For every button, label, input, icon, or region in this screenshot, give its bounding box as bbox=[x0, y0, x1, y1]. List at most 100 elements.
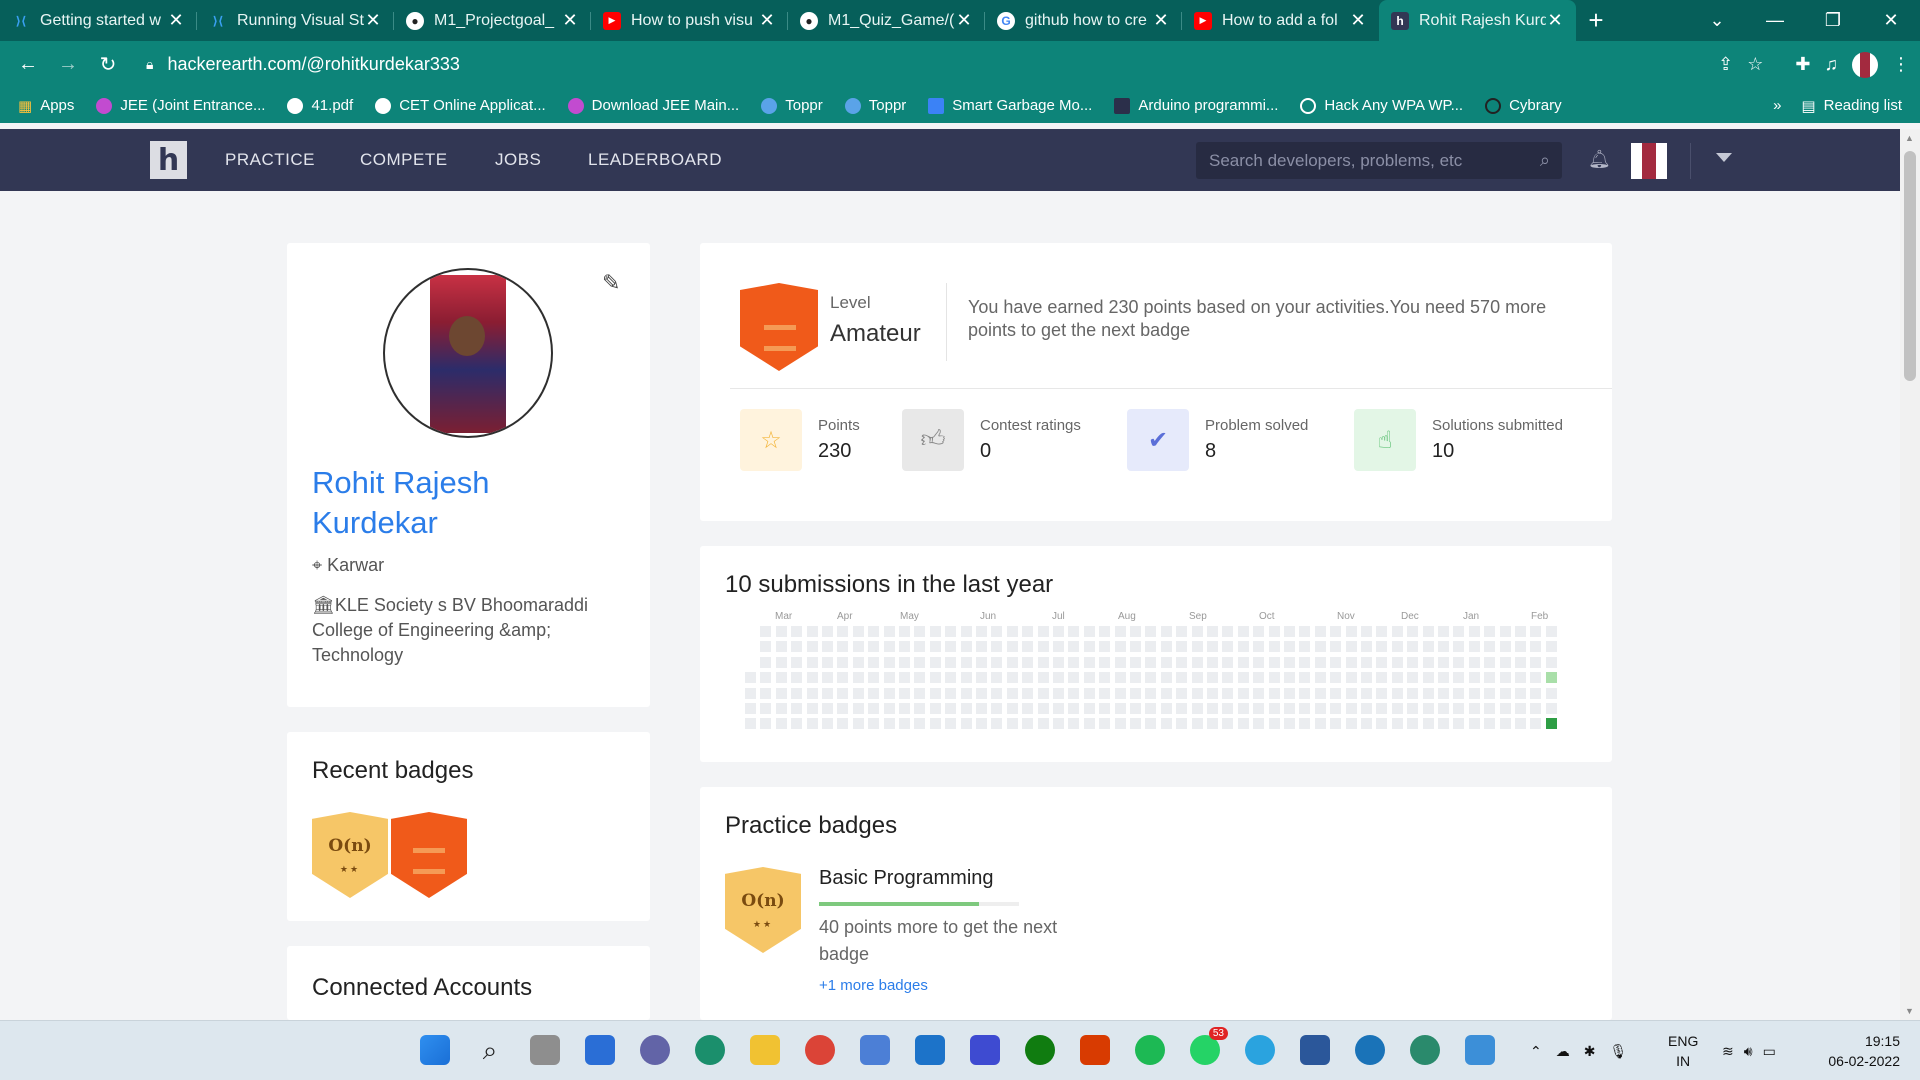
chevron-down-icon[interactable] bbox=[1716, 153, 1732, 162]
bookmark-item[interactable]: Download JEE Main... bbox=[567, 97, 739, 114]
heatmap-cell[interactable] bbox=[1391, 656, 1403, 668]
heatmap-cell[interactable] bbox=[1083, 687, 1095, 699]
heatmap-cell[interactable] bbox=[1191, 656, 1203, 668]
heatmap-cell[interactable] bbox=[1237, 656, 1249, 668]
heatmap-cell[interactable] bbox=[1391, 687, 1403, 699]
quick-settings[interactable]: ≋ 🔊︎ ▭ bbox=[1722, 1021, 1776, 1080]
heatmap-cell[interactable] bbox=[1376, 672, 1388, 684]
heatmap-cell[interactable] bbox=[1053, 672, 1064, 684]
bookmark-item[interactable]: Arduino programmi... bbox=[1114, 97, 1278, 114]
bell-icon[interactable]: 🔔︎ bbox=[1588, 149, 1611, 170]
heatmap-cell[interactable] bbox=[1037, 718, 1049, 730]
heatmap-cell[interactable] bbox=[1145, 656, 1157, 668]
heatmap-cell[interactable] bbox=[1499, 626, 1511, 637]
office-icon[interactable] bbox=[1080, 1035, 1110, 1065]
heatmap-cell[interactable] bbox=[1545, 656, 1557, 668]
heatmap-cell[interactable] bbox=[1068, 656, 1080, 668]
heatmap-cell[interactable] bbox=[1545, 641, 1557, 653]
heatmap-cell[interactable] bbox=[1438, 687, 1449, 699]
edge-dev-icon[interactable] bbox=[1410, 1035, 1440, 1065]
heatmap-cell[interactable] bbox=[1222, 656, 1234, 668]
heatmap-cell[interactable] bbox=[1053, 626, 1064, 637]
close-icon[interactable]: ✕ bbox=[364, 10, 382, 31]
heatmap-cell[interactable] bbox=[760, 656, 772, 668]
close-window-button[interactable]: ✕ bbox=[1862, 0, 1920, 41]
heatmap-cell[interactable] bbox=[883, 718, 895, 730]
heatmap-cell[interactable] bbox=[1484, 703, 1496, 714]
heatmap-cell[interactable] bbox=[1345, 626, 1357, 637]
heatmap-cell[interactable] bbox=[1268, 687, 1280, 699]
search-icon[interactable]: ⌕ bbox=[1540, 150, 1550, 171]
heatmap-cell[interactable] bbox=[1468, 672, 1480, 684]
heatmap-cell[interactable] bbox=[822, 718, 833, 730]
heatmap-cell[interactable] bbox=[837, 656, 849, 668]
heatmap-cell[interactable] bbox=[1438, 626, 1449, 637]
heatmap-cell[interactable] bbox=[1099, 718, 1111, 730]
heatmap-cell[interactable] bbox=[1222, 703, 1234, 714]
heatmap-cell[interactable] bbox=[1391, 641, 1403, 653]
heatmap-cell[interactable] bbox=[883, 687, 895, 699]
heatmap-cell[interactable] bbox=[1099, 626, 1111, 637]
heatmap-cell[interactable] bbox=[945, 626, 957, 637]
heatmap-cell[interactable] bbox=[991, 703, 1003, 714]
bookmark-item[interactable]: Toppr bbox=[844, 97, 906, 114]
heatmap-cell[interactable] bbox=[1391, 672, 1403, 684]
heatmap-cell[interactable] bbox=[914, 687, 926, 699]
heatmap-cell[interactable] bbox=[837, 641, 849, 653]
file-explorer-icon[interactable] bbox=[750, 1035, 780, 1065]
heatmap-cell[interactable] bbox=[899, 672, 910, 684]
word-icon[interactable] bbox=[1300, 1035, 1330, 1065]
heatmap-cell[interactable] bbox=[806, 656, 818, 668]
heatmap-cell[interactable] bbox=[1345, 656, 1357, 668]
heatmap-cell[interactable] bbox=[745, 718, 756, 730]
heatmap-cell[interactable] bbox=[1207, 703, 1218, 714]
heatmap-cell[interactable] bbox=[1484, 626, 1496, 637]
reading-list-button[interactable]: ▤ Reading list bbox=[1801, 97, 1902, 115]
reload-icon[interactable]: ↻ bbox=[88, 45, 128, 85]
task-view-icon[interactable] bbox=[530, 1035, 560, 1065]
heatmap-cell[interactable] bbox=[775, 703, 787, 714]
browser-tab[interactable]: ▶ How to add a fol ✕ bbox=[1182, 0, 1379, 41]
heatmap-cell[interactable] bbox=[976, 687, 987, 699]
heatmap-cell[interactable] bbox=[960, 641, 972, 653]
heatmap-cell[interactable] bbox=[745, 703, 756, 714]
heatmap-cell[interactable] bbox=[1191, 687, 1203, 699]
heatmap-cell[interactable] bbox=[760, 672, 772, 684]
heatmap-cell[interactable] bbox=[868, 641, 880, 653]
start-icon[interactable] bbox=[420, 1035, 450, 1065]
heatmap-cell[interactable] bbox=[1361, 656, 1372, 668]
browser-tab[interactable]: ⟩⟨ Getting started w ✕ bbox=[0, 0, 197, 41]
heatmap-cell[interactable] bbox=[837, 626, 849, 637]
heatmap-cell[interactable] bbox=[1006, 718, 1018, 730]
heatmap-cell[interactable] bbox=[1407, 672, 1419, 684]
heatmap-cell[interactable] bbox=[1468, 718, 1480, 730]
heatmap-cell[interactable] bbox=[1284, 687, 1295, 699]
heatmap-cell[interactable] bbox=[852, 641, 864, 653]
heatmap-cell[interactable] bbox=[1191, 626, 1203, 637]
heatmap-cell[interactable] bbox=[1376, 656, 1388, 668]
heatmap-cell[interactable] bbox=[1006, 641, 1018, 653]
heatmap-cell[interactable] bbox=[1407, 718, 1419, 730]
amateur-badge[interactable] bbox=[391, 812, 467, 898]
nav-jobs[interactable]: JOBS bbox=[495, 129, 541, 191]
heatmap-cell[interactable] bbox=[1391, 626, 1403, 637]
heatmap-cell[interactable] bbox=[976, 672, 987, 684]
heatmap-cell[interactable] bbox=[1530, 687, 1542, 699]
heatmap-cell[interactable] bbox=[822, 626, 833, 637]
heatmap-cell[interactable] bbox=[899, 687, 910, 699]
mail-icon[interactable] bbox=[915, 1035, 945, 1065]
heatmap-cell[interactable] bbox=[1299, 656, 1311, 668]
heatmap-cell[interactable] bbox=[1484, 718, 1496, 730]
browser-tab-active[interactable]: h Rohit Rajesh Kurd ✕ bbox=[1379, 0, 1576, 41]
heatmap-cell[interactable] bbox=[1515, 656, 1526, 668]
heatmap-cell[interactable] bbox=[1376, 718, 1388, 730]
scroll-up-icon[interactable]: ▲ bbox=[1905, 133, 1914, 143]
heatmap-cell[interactable] bbox=[1314, 718, 1326, 730]
bookmark-item[interactable]: Hack Any WPA WP... bbox=[1300, 97, 1463, 114]
whatsapp-icon[interactable]: 53 bbox=[1190, 1027, 1228, 1065]
heatmap-cell[interactable] bbox=[1499, 641, 1511, 653]
heatmap-cell[interactable] bbox=[1361, 641, 1372, 653]
heatmap-cell[interactable] bbox=[976, 641, 987, 653]
heatmap-cell[interactable] bbox=[1145, 687, 1157, 699]
heatmap-cell[interactable] bbox=[991, 672, 1003, 684]
